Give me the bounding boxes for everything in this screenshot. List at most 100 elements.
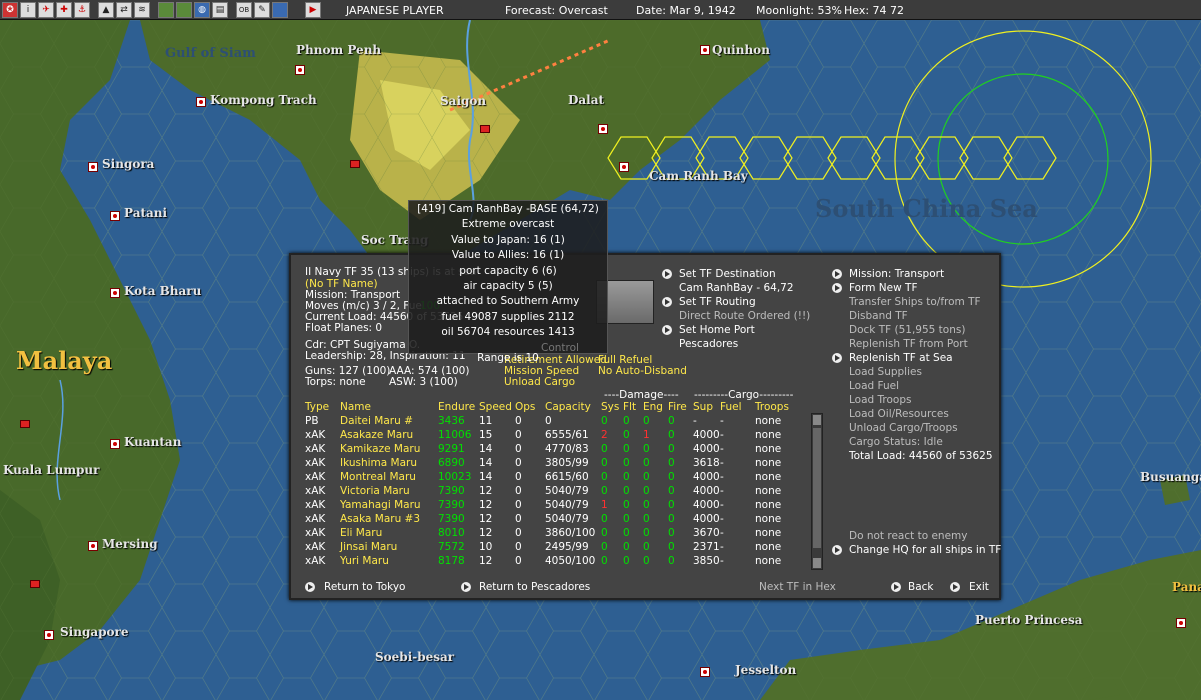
col-name[interactable]: Name (340, 400, 371, 414)
set-tf-destination-button[interactable]: Set TF Destination (679, 268, 776, 281)
base-icon[interactable] (110, 211, 120, 221)
city-puerto-princesa[interactable]: Puerto Princesa (975, 613, 1083, 627)
change-hq-button[interactable]: Change HQ for all ships in TF (849, 544, 1001, 557)
city-cam-ranh-bay[interactable]: Cam Ranh Bay (649, 169, 748, 183)
city-jesselton[interactable]: Jesselton (735, 663, 796, 677)
col-eng[interactable]: Eng (643, 400, 663, 414)
load-oil-button[interactable]: Load Oil/Resources (849, 408, 949, 421)
table-row[interactable]: xAK Jinsai Maru 7572 10 0 2495/99 0 0 0 0 2371- non… (305, 540, 810, 554)
return-to-pescadores-button[interactable]: Return to Pescadores (479, 581, 590, 594)
transfer-ships-button[interactable]: Transfer Ships to/from TF (849, 296, 981, 309)
replenish-at-sea-button[interactable]: Replenish TF at Sea (849, 352, 953, 365)
load-supplies-button[interactable]: Load Supplies (849, 366, 922, 379)
cell-name[interactable]: Ikushima Maru (340, 456, 417, 470)
unload-cargo-button[interactable]: Unload Cargo/Troops (849, 422, 958, 435)
exit-button[interactable]: Exit (969, 581, 989, 594)
col-speed[interactable]: Speed (479, 400, 512, 414)
table-row[interactable]: PB Daitei Maru # 3436 11 0 0 0 0 0 0 - - none (305, 414, 810, 428)
window-icon[interactable] (272, 2, 288, 18)
col-sup[interactable]: Sup (693, 400, 713, 414)
col-endure[interactable]: Endure (438, 400, 475, 414)
base-icon[interactable] (295, 65, 305, 75)
table-row[interactable]: xAK Victoria Maru 7390 12 0 5040/79 0 0 0 0 4000- n… (305, 484, 810, 498)
col-sys[interactable]: Sys (601, 400, 619, 414)
table-row[interactable]: xAK Yuri Maru 8178 12 0 4050/100 0 0 0 0 3850- none (305, 554, 810, 568)
report-icon[interactable]: ▤ (212, 2, 228, 18)
disband-tf-button[interactable]: Disband TF (849, 310, 908, 323)
load-troops-button[interactable]: Load Troops (849, 394, 911, 407)
col-troops[interactable]: Troops (755, 400, 789, 414)
auto-disband-toggle[interactable]: No Auto-Disband (598, 365, 687, 378)
replenish-from-port-button[interactable]: Replenish TF from Port (849, 338, 968, 351)
flag-icon[interactable]: ✪ (2, 2, 18, 18)
city-mersing[interactable]: Mersing (102, 537, 158, 551)
base-icon[interactable]: ▲ (98, 2, 114, 18)
city-phnom-penh[interactable]: Phnom Penh (296, 43, 381, 57)
base-icon[interactable] (619, 162, 629, 172)
ship-icon[interactable]: ⚓ (74, 2, 90, 18)
base-icon[interactable] (110, 288, 120, 298)
notes-icon[interactable]: ✎ (254, 2, 270, 18)
base-icon[interactable] (110, 439, 120, 449)
col-ops[interactable]: Ops (515, 400, 535, 414)
city-busuanga[interactable]: Busuanga (1140, 470, 1201, 484)
ground-unit-icon[interactable] (350, 160, 360, 168)
ground-unit-icon[interactable] (480, 125, 490, 133)
table-row[interactable]: xAK Montreal Maru 10023 14 0 6615/60 0 0 0 0 4000-… (305, 470, 810, 484)
city-patani[interactable]: Patani (124, 206, 167, 220)
load-fuel-button[interactable]: Load Fuel (849, 380, 899, 393)
scroll-thumb[interactable] (813, 428, 821, 548)
city-kuala-lumpur[interactable]: Kuala Lumpur (3, 463, 99, 477)
cell-name[interactable]: Asakaze Maru (340, 428, 413, 442)
set-home-port-button[interactable]: Set Home Port (679, 324, 755, 337)
table-row[interactable]: xAK Ikushima Maru 6890 14 0 3805/99 0 0 0 0 3618- n… (305, 456, 810, 470)
mission-button[interactable]: Mission: Transport (849, 268, 944, 281)
cell-name[interactable]: Yamahagi Maru (340, 498, 421, 512)
city-kota-bharu[interactable]: Kota Bharu (124, 284, 201, 298)
cell-name[interactable]: Yuri Maru (340, 554, 389, 568)
set-tf-routing-button[interactable]: Set TF Routing (679, 296, 756, 309)
base-icon[interactable] (88, 541, 98, 551)
base-icon[interactable] (1176, 618, 1186, 628)
map-icon[interactable]: ≋ (134, 2, 150, 18)
table-row[interactable]: xAK Kamikaze Maru 9291 14 0 4770/83 0 0 0 0 4000- n… (305, 442, 810, 456)
base-icon[interactable] (196, 97, 206, 107)
cell-name[interactable]: Victoria Maru (340, 484, 410, 498)
col-flt[interactable]: Flt (623, 400, 636, 414)
unload-cargo-toggle[interactable]: Unload Cargo (504, 376, 575, 389)
table-row[interactable]: xAK Eli Maru 8010 12 0 3860/100 0 0 0 0 3670- none (305, 526, 810, 540)
cell-name[interactable]: Montreal Maru (340, 470, 416, 484)
globe-icon[interactable]: ◍ (194, 2, 210, 18)
base-icon[interactable] (44, 630, 54, 640)
next-tf-in-hex-button[interactable]: Next TF in Hex (759, 581, 836, 594)
cell-name[interactable]: Kamikaze Maru (340, 442, 420, 456)
table-row[interactable]: xAK Asakaze Maru 11006 15 0 6555/61 2 0 1 0 4000- n… (305, 428, 810, 442)
city-dalat[interactable]: Dalat (568, 93, 604, 107)
play-icon[interactable]: ▶ (305, 2, 321, 18)
base-icon[interactable] (700, 45, 710, 55)
reports2-icon[interactable]: OB (236, 2, 252, 18)
col-fire[interactable]: Fire (668, 400, 687, 414)
scroll-up-icon[interactable] (813, 415, 821, 425)
col-capacity[interactable]: Capacity (545, 400, 591, 414)
cell-name[interactable]: Daitei Maru # (340, 414, 413, 428)
back-button[interactable]: Back (908, 581, 934, 594)
scroll-down-icon[interactable] (813, 558, 821, 568)
city-pana[interactable]: Pana (1172, 580, 1201, 594)
ground-unit-icon[interactable] (20, 420, 30, 428)
city-quinhon[interactable]: Quinhon (712, 43, 770, 57)
city-soebi-besar[interactable]: Soebi-besar (375, 650, 454, 664)
return-to-tokyo-button[interactable]: Return to Tokyo (324, 581, 405, 594)
city-singora[interactable]: Singora (102, 157, 154, 171)
dock-tf-button[interactable]: Dock TF (51,955 tons) (849, 324, 965, 337)
table-row[interactable]: xAK Asaka Maru #3 7390 12 0 5040/79 0 0 0 0 4000- n… (305, 512, 810, 526)
col-fuel[interactable]: Fuel (720, 400, 742, 414)
base-icon[interactable] (598, 124, 608, 134)
ground-icon[interactable]: ✚ (56, 2, 72, 18)
cell-name[interactable]: Jinsai Maru (340, 540, 397, 554)
city-singapore[interactable]: Singapore (60, 625, 128, 639)
cell-name[interactable]: Eli Maru (340, 526, 382, 540)
base-icon[interactable] (88, 162, 98, 172)
city-kompong-trach[interactable]: Kompong Trach (210, 93, 317, 107)
chart2-icon[interactable] (176, 2, 192, 18)
